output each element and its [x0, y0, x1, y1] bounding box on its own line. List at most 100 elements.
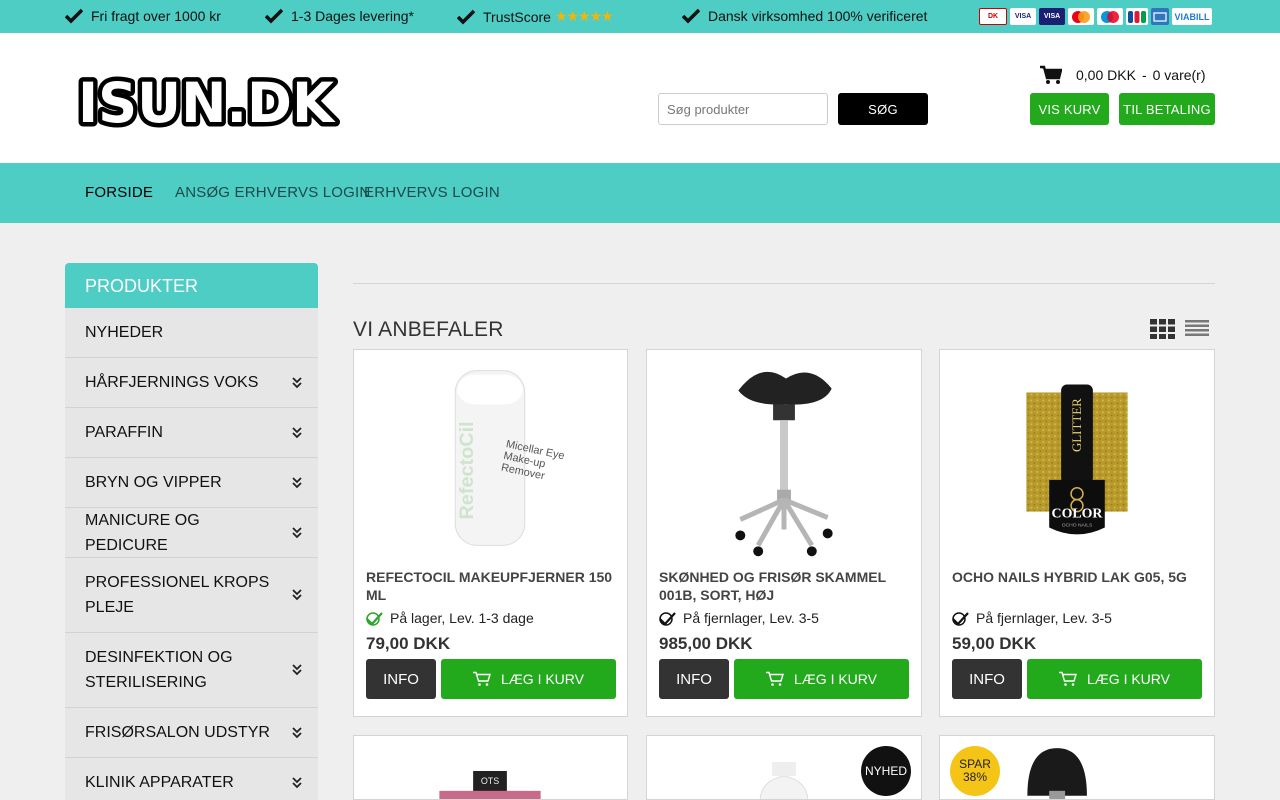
checkout-button[interactable]: Til betaling — [1119, 93, 1215, 125]
star-rating-icon: ★★★★★ — [554, 8, 614, 24]
chevron-double-down-icon[interactable] — [292, 589, 302, 601]
delivery-days: 3-5 — [1091, 610, 1112, 626]
usp-delivery: 1-3 Dages levering* — [265, 8, 414, 24]
usp-text: Dansk virksomhed 100% verificeret — [708, 8, 928, 24]
sidebar-item-frisoersalon-udstyr[interactable]: FRISØRSALON UDSTYR — [65, 708, 318, 758]
cart-icon — [766, 671, 784, 686]
usp-trustscore[interactable]: TrustScore ★★★★★ — [457, 8, 614, 25]
jcb-logo — [1126, 8, 1148, 25]
maestro-logo — [1097, 8, 1123, 25]
add-to-cart-label: Læg i kurv — [501, 671, 584, 687]
nav-item-business-login[interactable]: Erhvervs login — [364, 184, 500, 201]
sidebar-item-desinfektion-og-sterilisering[interactable]: DESINFEKTION OG STERILISERING — [65, 633, 318, 708]
chevron-double-down-icon[interactable] — [292, 664, 302, 676]
show-cart-button[interactable]: Vis kurv — [1030, 93, 1109, 125]
sidebar-item-nyheder[interactable]: NYHEDER — [65, 308, 318, 358]
stock-status: På fjernlager, Lev. 3-5 — [659, 610, 819, 626]
visa-electron-logo: VISA — [1039, 8, 1065, 25]
sidebar-item-label: DESINFEKTION OG STERILISERING — [85, 649, 233, 691]
delivery-days: 1-3 — [478, 610, 499, 626]
product-card: SKØNHED OG FRISØR SKAMMEL 001B, SORT, HØ… — [646, 349, 922, 717]
stock-text: På fjernlager, — [683, 610, 766, 626]
chevron-double-down-icon[interactable] — [292, 426, 302, 439]
visa-logo: VISA — [1010, 8, 1036, 25]
bottle-brand-text: COLOR — [1052, 507, 1104, 522]
add-to-cart-button[interactable]: Læg i kurv — [1027, 659, 1202, 699]
chevron-double-down-icon[interactable] — [292, 726, 302, 739]
info-button[interactable]: Info — [952, 659, 1022, 699]
delivery-unit: dage — [502, 610, 534, 626]
sidebar-item-manicure-og-pedicure[interactable]: MANICURE OG PEDICURE — [65, 508, 318, 558]
dankort-logo: DK — [979, 8, 1007, 25]
product-image[interactable]: GLITTER COLOR OCHO NAILS — [940, 350, 1214, 560]
sidebar-item-professionel-krops-pleje[interactable]: PROFESSIONEL KROPS PLEJE — [65, 558, 318, 633]
product-name[interactable]: REFECTOCIL MAKEUPFJERNER 150 ML — [366, 568, 616, 604]
bottle-label-text: Micellar Eye Make-up Remover — [499, 438, 566, 483]
delivery-label: Lev. — [1062, 610, 1088, 626]
grid-view-icon[interactable] — [1150, 319, 1175, 339]
product-card: OTS — [353, 735, 628, 800]
cart-icon — [1040, 65, 1062, 84]
usp-text: 1-3 Dages levering* — [291, 8, 414, 24]
check-icon — [65, 8, 83, 24]
product-price: 79,00 DKK — [366, 634, 451, 653]
product-name[interactable]: SKØNHED OG FRISØR SKAMMEL 001B, SORT, HØ… — [659, 568, 909, 604]
mini-cart[interactable]: 0,00 DKK - 0 vare(r) — [1040, 65, 1206, 85]
chevron-double-down-icon[interactable] — [292, 476, 302, 489]
search-input[interactable] — [658, 93, 828, 125]
list-view-icon[interactable] — [1185, 319, 1209, 339]
usp-free-shipping: Fri fragt over 1000 kr — [65, 8, 221, 24]
payment-logos: DK VISA VISA VIABILL — [979, 8, 1212, 25]
add-to-cart-button[interactable]: Læg i kurv — [734, 659, 909, 699]
sidebar-item-label: HÅRFJERNINGS VOKS — [85, 374, 259, 391]
add-to-cart-button[interactable]: Læg i kurv — [441, 659, 616, 699]
sidebar-item-haarfjernings-voks[interactable]: HÅRFJERNINGS VOKS — [65, 358, 318, 408]
section-title: Vi anbefaler — [353, 318, 504, 341]
search-button[interactable]: Søg — [838, 93, 928, 125]
check-icon — [457, 9, 475, 24]
viabill-logo: VIABILL — [1172, 8, 1212, 25]
sidebar-item-label: PROFESSIONEL KROPS PLEJE — [85, 574, 270, 616]
usp-text: TrustScore — [483, 8, 551, 25]
sidebar-item-paraffin[interactable]: PARAFFIN — [65, 408, 318, 458]
product-card: Nyhed — [646, 735, 922, 800]
product-card: GLITTER COLOR OCHO NAILS OCHO NAILS HYBR… — [939, 349, 1215, 717]
bottle-label-text: OTS — [481, 776, 499, 786]
logo-text-fill: ISUN.DK — [78, 73, 336, 129]
delivery-days: 3-5 — [798, 610, 819, 626]
nav-item-apply-business-login[interactable]: Ansøg Erhvervs login — [175, 184, 370, 201]
check-icon — [682, 8, 700, 24]
product-name[interactable]: OCHO NAILS HYBRID LAK G05, 5G — [952, 568, 1202, 586]
chevron-double-down-icon[interactable] — [292, 376, 302, 389]
sidebar-item-label: BRYN OG VIPPER — [85, 474, 222, 491]
site-logo[interactable]: ISUN.DK ISUN.DK — [74, 67, 341, 140]
stock-status: På lager, Lev. 1-3 dage — [366, 610, 534, 626]
stock-status: På fjernlager, Lev. 3-5 — [952, 610, 1112, 626]
site-header: ISUN.DK ISUN.DK Søg 0,00 DKK - 0 vare(r)… — [0, 33, 1280, 163]
new-badge: Nyhed — [861, 746, 911, 796]
product-card: Spar 38% — [939, 735, 1215, 800]
info-button[interactable]: Info — [659, 659, 729, 699]
bottle-brand-text: RefectoCil — [456, 421, 478, 519]
sidebar-item-label: PARAFFIN — [85, 424, 163, 441]
product-image[interactable]: OTS — [354, 736, 627, 800]
sale-badge: Spar 38% — [950, 746, 1000, 796]
usp-verified: Dansk virksomhed 100% verificeret — [682, 8, 927, 24]
info-button[interactable]: Info — [366, 659, 436, 699]
chevron-double-down-icon[interactable] — [292, 526, 302, 539]
in-stock-check-icon — [366, 611, 383, 626]
sidebar-item-bryn-og-vipper[interactable]: BRYN OG VIPPER — [65, 458, 318, 508]
nav-item-forside[interactable]: Forside — [85, 184, 153, 201]
cart-count: 0 vare(r) — [1152, 67, 1206, 83]
product-image[interactable] — [647, 350, 921, 560]
sidebar-item-label: MANICURE OG PEDICURE — [85, 511, 200, 554]
chevron-double-down-icon[interactable] — [292, 776, 302, 789]
isun-logo-graphic: ISUN.DK ISUN.DK — [74, 67, 341, 140]
product-price: 985,00 DKK — [659, 634, 753, 653]
cart-icon — [1059, 671, 1077, 686]
product-image[interactable]: RefectoCil Micellar Eye Make-up Remover — [354, 350, 627, 560]
bottle-label-text: GLITTER — [1070, 398, 1084, 452]
bottle-brand-sub: OCHO NAILS — [1062, 522, 1093, 528]
category-sidebar: NYHEDER HÅRFJERNINGS VOKS PARAFFIN BRYN … — [65, 308, 318, 800]
sidebar-item-klinik-apparater[interactable]: KLINIK APPARATER — [65, 758, 318, 800]
